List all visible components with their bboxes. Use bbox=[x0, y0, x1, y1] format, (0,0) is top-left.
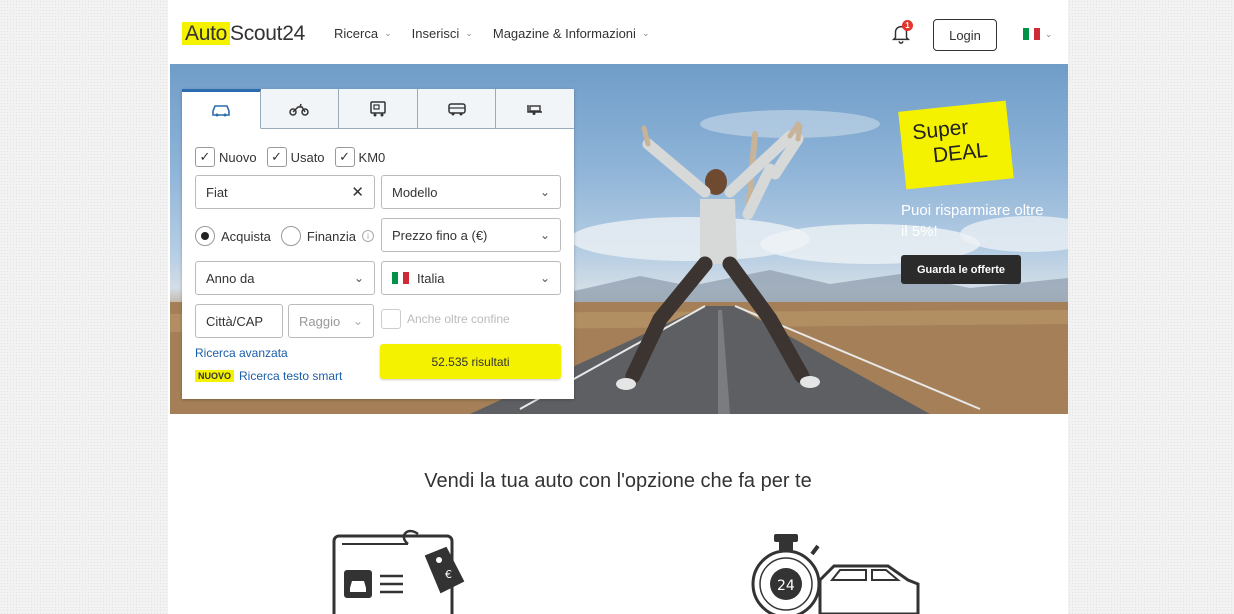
see-offers-button[interactable]: Guarda le offerte bbox=[901, 255, 1021, 284]
smart-search-link[interactable]: NUOVO Ricerca testo smart bbox=[195, 369, 342, 383]
smart-search-label: Ricerca testo smart bbox=[239, 369, 343, 383]
checkbox-nuovo[interactable]: ✓ Nuovo bbox=[195, 147, 257, 167]
year-select[interactable]: Anno da ⌄ bbox=[195, 261, 375, 295]
price-select[interactable]: Prezzo fino a (€) ⌄ bbox=[381, 218, 561, 252]
chevron-down-icon: ⌄ bbox=[641, 28, 650, 38]
super-deal-badge: Super DEAL bbox=[898, 100, 1014, 190]
italy-flag-icon bbox=[1023, 28, 1041, 40]
tab-trailer[interactable] bbox=[496, 89, 574, 128]
chevron-down-icon: ⌄ bbox=[539, 271, 550, 285]
checkbox-km0[interactable]: ✓ KM0 bbox=[334, 147, 386, 167]
country-select[interactable]: Italia ⌄ bbox=[381, 261, 561, 295]
instant-offer-illustration: 24 bbox=[751, 534, 920, 614]
autoscout24-logo[interactable]: Auto Scout24 bbox=[182, 22, 305, 46]
chevron-down-icon: ⌄ bbox=[352, 314, 363, 328]
nav-inserisci-label: Inserisci bbox=[411, 26, 460, 41]
check-icon: ✓ bbox=[195, 147, 215, 167]
logo-rest-text: Scout24 bbox=[230, 22, 305, 45]
radio-finanzia-label: Finanzia bbox=[306, 228, 357, 244]
radius-placeholder: Raggio bbox=[299, 313, 341, 329]
van-icon bbox=[447, 102, 466, 115]
radio-acquista[interactable] bbox=[195, 226, 215, 246]
checkbox-km0-label: KM0 bbox=[358, 149, 386, 165]
chevron-down-icon: ⌄ bbox=[384, 28, 392, 38]
svg-text:€: € bbox=[445, 568, 452, 581]
show-results-button[interactable]: 52.535 risultati bbox=[380, 344, 561, 379]
cross-border-checkbox[interactable]: Anche oltre confine bbox=[381, 309, 510, 329]
make-value: Fiat bbox=[206, 184, 228, 200]
advanced-search-link[interactable]: Ricerca avanzata bbox=[195, 346, 288, 360]
notifications-bell-icon[interactable]: 1 bbox=[890, 20, 914, 46]
nav-ricerca[interactable]: Ricerca ⌄ bbox=[334, 26, 392, 41]
chevron-down-icon: ⌄ bbox=[539, 228, 550, 242]
model-placeholder: Modello bbox=[392, 184, 438, 200]
login-button[interactable]: Login bbox=[933, 19, 997, 51]
nav-magazine[interactable]: Magazine & Informazioni ⌄ bbox=[493, 26, 650, 41]
country-value: Italia bbox=[417, 270, 445, 286]
check-icon: ✓ bbox=[266, 147, 287, 167]
tab-camper[interactable] bbox=[339, 89, 418, 128]
radio-finanzia[interactable] bbox=[280, 226, 301, 246]
sell-section-title: Vendi la tua auto con l'opzione che fa p… bbox=[424, 470, 812, 492]
main-nav: Ricerca ⌄ Inserisci ⌄ Magazine & Informa… bbox=[334, 26, 649, 41]
clear-icon[interactable]: ✕ bbox=[351, 183, 364, 201]
checkbox-box bbox=[381, 309, 401, 329]
motorbike-icon bbox=[289, 103, 310, 116]
nav-magazine-label: Magazine & Informazioni bbox=[492, 26, 636, 41]
year-placeholder: Anno da bbox=[206, 270, 255, 286]
notification-badge: 1 bbox=[902, 20, 913, 31]
nav-ricerca-label: Ricerca bbox=[334, 26, 379, 41]
page: Auto Scout24 Ricerca ⌄ Inserisci ⌄ Magazi… bbox=[168, 0, 1068, 614]
city-input[interactable]: Città/CAP bbox=[195, 304, 283, 338]
tab-van[interactable] bbox=[417, 89, 497, 128]
car-icon bbox=[211, 105, 230, 117]
make-select[interactable]: Fiat ✕ bbox=[195, 175, 375, 209]
logo-auto-text: Auto bbox=[182, 22, 230, 45]
purchase-type-radios: Acquista Finanzia i bbox=[195, 226, 375, 246]
check-icon: ✓ bbox=[334, 147, 355, 167]
tab-car[interactable] bbox=[182, 89, 261, 129]
info-icon[interactable]: i bbox=[362, 230, 375, 242]
radio-acquista-label: Acquista bbox=[221, 228, 271, 244]
checkbox-usato-label: Usato bbox=[290, 149, 325, 165]
price-placeholder: Prezzo fino a (€) bbox=[392, 227, 488, 243]
language-selector[interactable]: ⌄ bbox=[1023, 28, 1053, 40]
radius-select[interactable]: Raggio ⌄ bbox=[288, 304, 374, 338]
model-select[interactable]: Modello ⌄ bbox=[381, 175, 561, 209]
chevron-down-icon: ⌄ bbox=[353, 271, 364, 285]
trailer-icon bbox=[527, 104, 543, 115]
chevron-down-icon: ⌄ bbox=[1045, 28, 1053, 39]
stopwatch-number: 24 bbox=[777, 578, 795, 594]
camper-icon bbox=[370, 100, 386, 116]
sell-listing-illustration: € bbox=[332, 529, 465, 614]
search-panel: ✓ Nuovo ✓ Usato ✓ KM0 Fiat ✕ Modello ⌄ A… bbox=[182, 89, 574, 399]
cross-border-label: Anche oltre confine bbox=[407, 312, 510, 326]
chevron-down-icon: ⌄ bbox=[465, 28, 473, 38]
tab-motorbike[interactable] bbox=[260, 89, 340, 128]
city-placeholder: Città/CAP bbox=[206, 313, 264, 329]
checkbox-nuovo-label: Nuovo bbox=[219, 149, 257, 165]
nav-inserisci[interactable]: Inserisci ⌄ bbox=[412, 26, 473, 41]
condition-checkboxes: ✓ Nuovo ✓ Usato ✓ KM0 bbox=[195, 147, 385, 167]
checkbox-usato[interactable]: ✓ Usato bbox=[266, 147, 325, 167]
vehicle-type-tabs bbox=[182, 89, 574, 129]
header: Auto Scout24 Ricerca ⌄ Inserisci ⌄ Magazi… bbox=[168, 0, 1068, 64]
promo-text: Puoi risparmiare oltre il 5%! bbox=[901, 202, 1044, 240]
new-badge: NUOVO bbox=[195, 370, 235, 382]
italy-flag-icon bbox=[392, 272, 410, 284]
chevron-down-icon: ⌄ bbox=[539, 185, 550, 199]
